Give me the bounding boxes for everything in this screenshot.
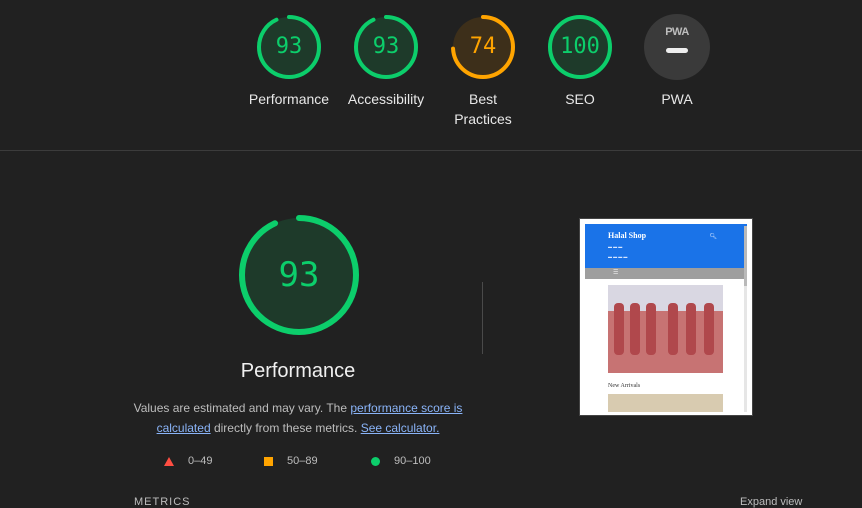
carcass — [686, 303, 696, 355]
gauge-label: Performance — [248, 91, 330, 107]
performance-description: Values are estimated and may vary. The p… — [128, 398, 468, 438]
category-gauges: 93 Performance 93 Accessibility 74 Best … — [0, 0, 862, 151]
gauge-label: PWA — [661, 91, 693, 107]
legend-fail: 0–49 — [164, 455, 212, 467]
legend-range: 0–49 — [188, 455, 213, 467]
scrollbar-thumb — [744, 226, 747, 286]
vertical-divider — [482, 282, 483, 354]
pwa-icon-text: PWA — [665, 26, 689, 38]
metrics-heading: METRICS — [134, 496, 191, 508]
site-brand: Halal Shop — [608, 231, 647, 240]
gauge-best-practices[interactable]: 74 Best Practices — [438, 14, 528, 129]
gauge-ring: PWA — [644, 14, 710, 80]
legend-range: 50–89 — [287, 455, 318, 467]
gauge-score: 74 — [469, 34, 497, 59]
gauge-seo[interactable]: 100 SEO — [535, 14, 625, 109]
performance-title: Performance — [240, 360, 356, 382]
legend-pass: 90–100 — [371, 455, 431, 467]
legend-range: 90–100 — [394, 455, 431, 467]
circle-icon — [371, 456, 380, 466]
product-image — [608, 394, 723, 412]
gauge-score: 93 — [275, 34, 303, 59]
main-score: 93 — [278, 255, 320, 295]
carcass — [630, 303, 640, 355]
gauge-performance[interactable]: 93 Performance — [244, 14, 334, 109]
site-nav: ☰ — [585, 268, 747, 279]
square-icon — [264, 456, 273, 466]
header-line: ▬ ▬ ▬ ▬ — [608, 254, 628, 259]
gauge-label: Best Practices — [438, 89, 528, 129]
header-line: ▬ ▬ ▬ — [608, 244, 623, 249]
performance-main-gauge: 93 — [238, 214, 360, 336]
gauge-score: 93 — [372, 34, 400, 59]
dash-icon — [666, 48, 688, 53]
gauge-pwa[interactable]: PWA PWA — [632, 14, 722, 109]
gauge-ring: 74 — [450, 14, 516, 80]
gauge-label: SEO — [565, 91, 595, 107]
carcass — [704, 303, 714, 355]
see-calculator-link[interactable]: See calculator. — [361, 421, 440, 435]
search-icon: 🔍︎ — [709, 234, 717, 240]
scrollbar — [744, 226, 747, 412]
carcass — [614, 303, 624, 355]
legend-average: 50–89 — [264, 455, 318, 467]
hero-image — [608, 285, 723, 373]
carcass — [668, 303, 678, 355]
final-screenshot-thumbnail[interactable]: Halal Shop 🔍︎ ▬ ▬ ▬ ▬ ▬ ▬ ▬ ☰ New Arriva… — [579, 218, 753, 416]
menu-icon: ☰ — [613, 270, 619, 276]
thumbnail-page: Halal Shop 🔍︎ ▬ ▬ ▬ ▬ ▬ ▬ ▬ ☰ New Arriva… — [585, 224, 747, 412]
gauge-ring: 93 — [353, 14, 419, 80]
desc-mid: directly from these metrics. — [213, 421, 358, 435]
site-header: Halal Shop 🔍︎ ▬ ▬ ▬ ▬ ▬ ▬ ▬ — [585, 224, 747, 268]
pwa-dash-icon: PWA — [644, 14, 710, 80]
gauge-score: 100 — [560, 34, 600, 59]
gauge-accessibility[interactable]: 93 Accessibility — [341, 14, 431, 109]
gauge-label: Accessibility — [347, 91, 425, 107]
desc-prefix: Values are estimated and may vary. The — [133, 401, 348, 415]
gauge-label-line1: Best — [468, 91, 497, 107]
triangle-icon — [164, 456, 174, 466]
expand-view-toggle[interactable]: Expand view — [740, 496, 802, 508]
gauge-label-line2: Practices — [454, 111, 512, 127]
section-heading: New Arrivals — [608, 383, 641, 389]
gauge-ring: 93 — [256, 14, 322, 80]
gauge-ring: 100 — [547, 14, 613, 80]
carcass — [646, 303, 656, 355]
